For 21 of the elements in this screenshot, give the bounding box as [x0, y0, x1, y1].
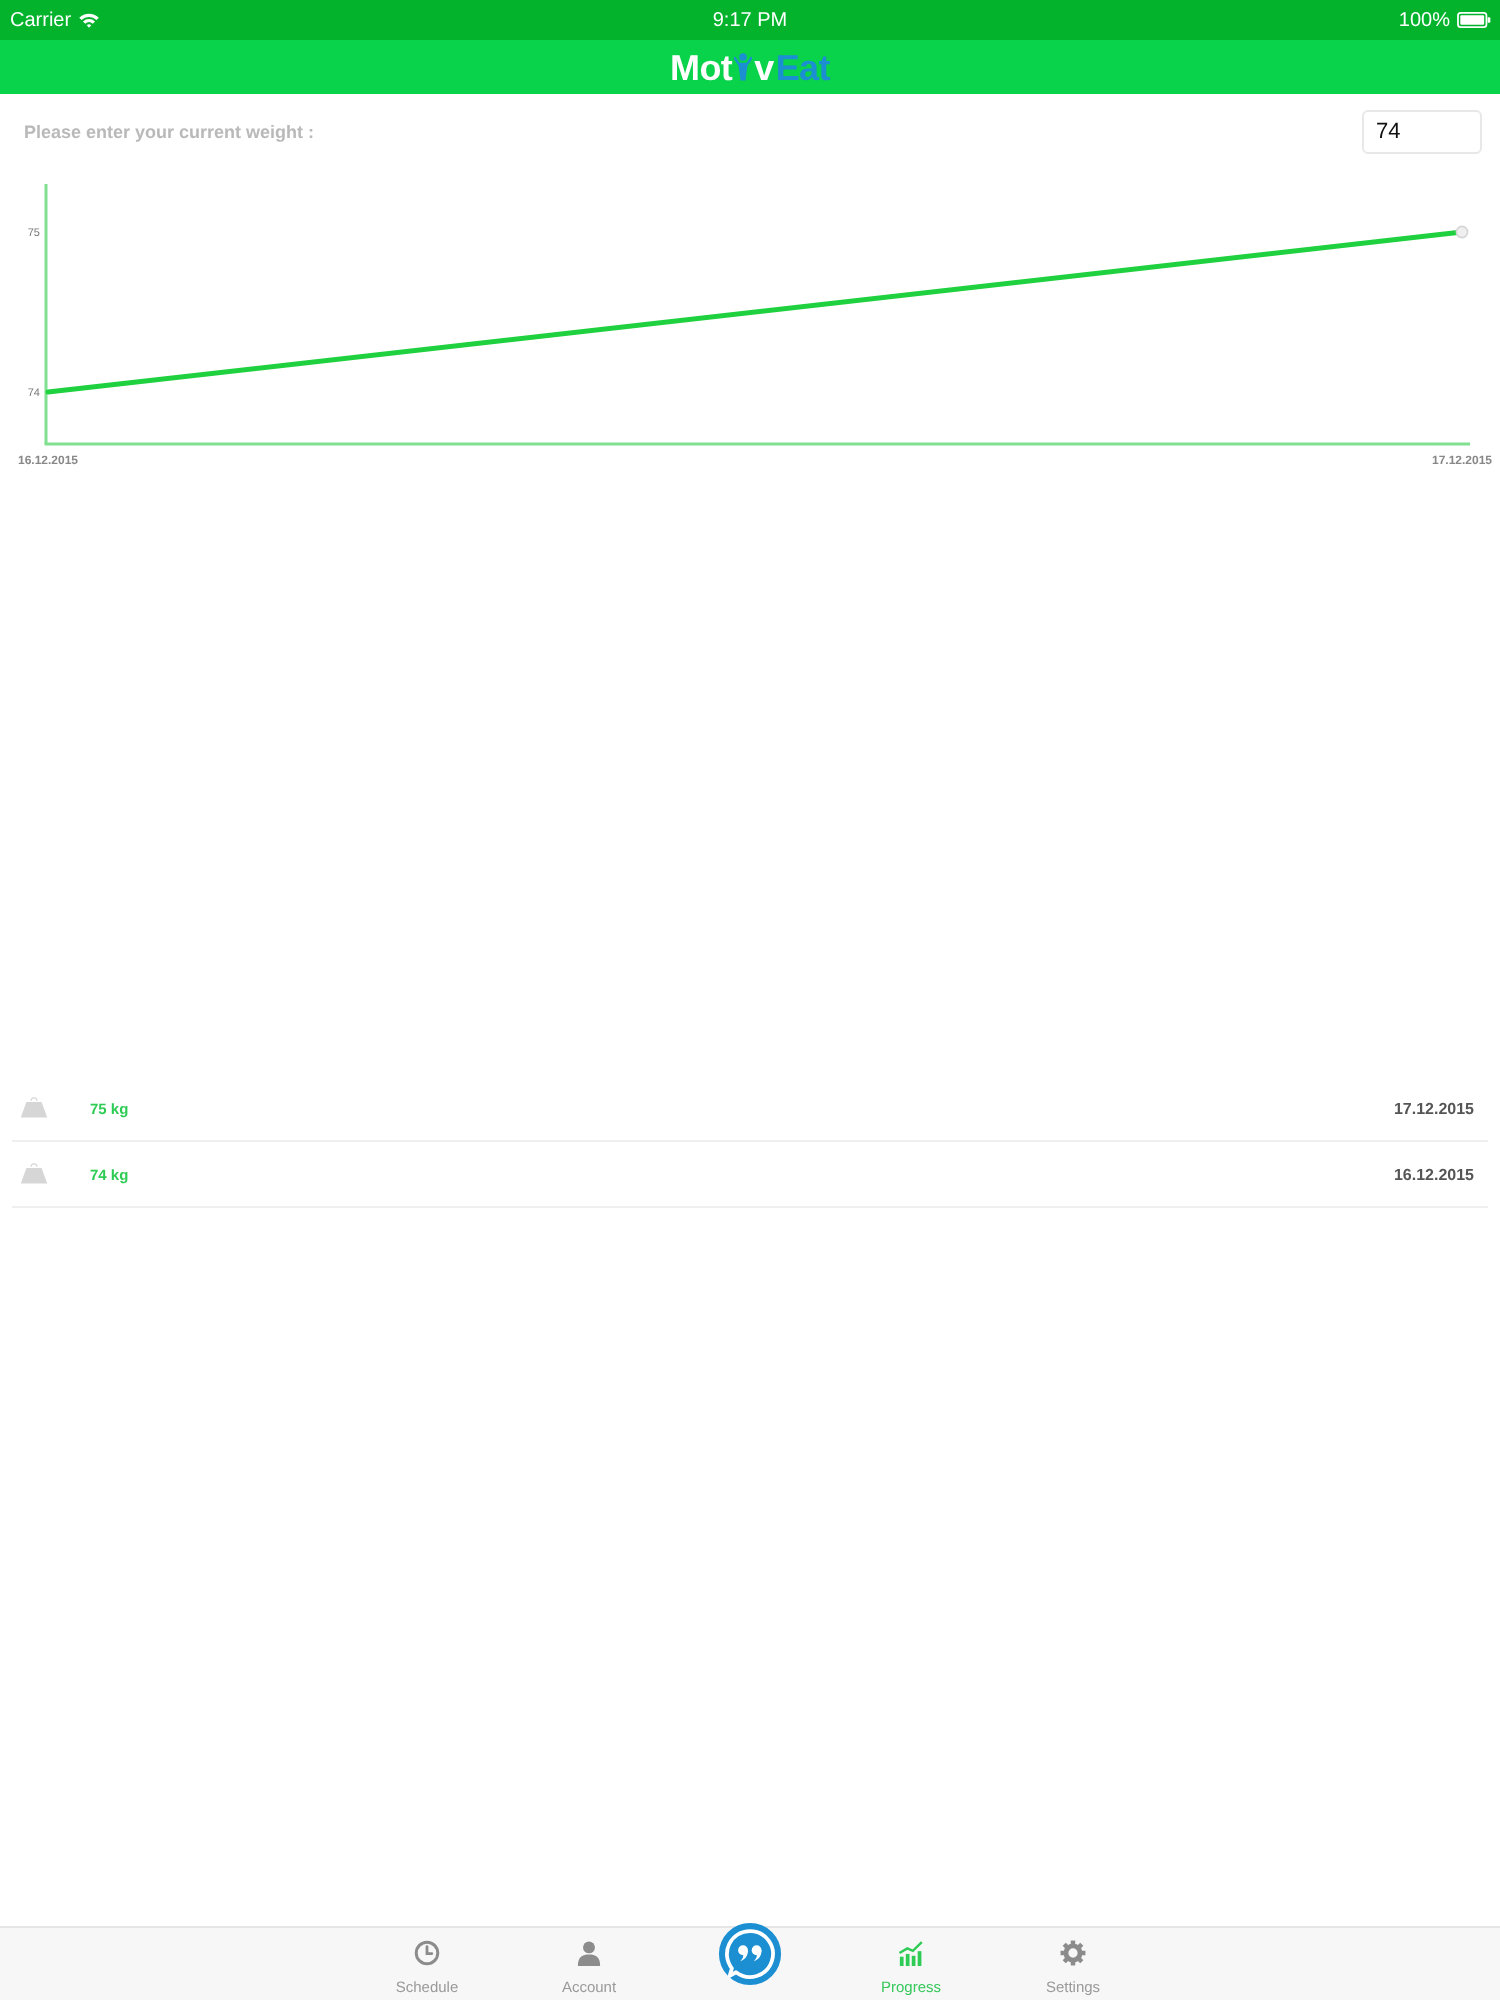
- data-point-marker: [1455, 225, 1469, 239]
- weight-icon: [20, 1094, 48, 1118]
- logo-person-icon: [734, 51, 753, 81]
- bar-chart-icon: [898, 1940, 924, 1966]
- logo-text: Eat: [775, 47, 830, 87]
- entry-date: 17.12.2015: [1393, 1099, 1474, 1117]
- logo-text: v: [754, 47, 774, 87]
- wifi-icon: [77, 12, 100, 28]
- carrier-label: Carrier: [10, 9, 72, 31]
- settings-icon: [1060, 1940, 1086, 1966]
- logo-text: Mot: [670, 47, 733, 87]
- clock-time: 9:17 PM: [712, 9, 788, 31]
- quote-button[interactable]: [718, 1922, 782, 1986]
- battery-icon: [1456, 12, 1492, 28]
- clock-icon: [414, 1940, 440, 1966]
- weight-icon: [20, 1160, 48, 1184]
- weight-prompt: Please enter your current weight :: [24, 122, 315, 142]
- entry-date: 16.12.2015: [1393, 1165, 1474, 1183]
- person-icon: [576, 1940, 602, 1966]
- weight-input[interactable]: 74: [1362, 110, 1482, 154]
- battery-percent: 100%: [1398, 9, 1450, 31]
